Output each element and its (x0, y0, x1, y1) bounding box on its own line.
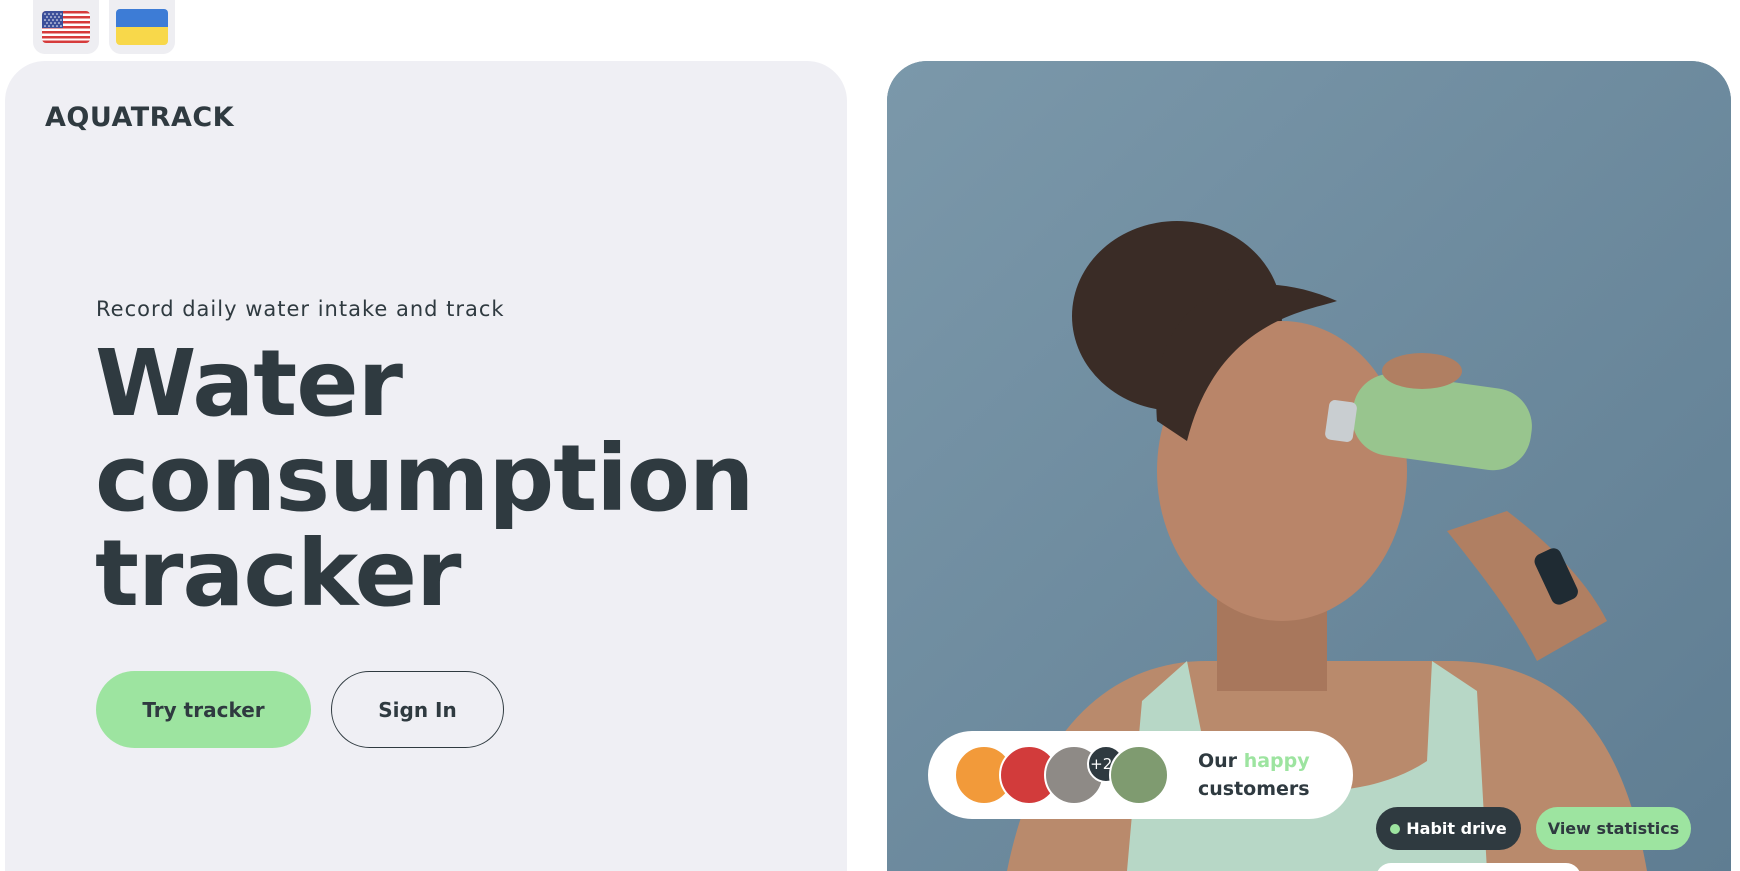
try-tracker-button[interactable]: Try tracker (96, 671, 311, 748)
partial-badge (1376, 863, 1581, 871)
habit-drive-label: Habit drive (1406, 819, 1507, 838)
language-ukrainian-button[interactable] (109, 0, 175, 54)
status-dot-icon (1390, 823, 1401, 834)
hero-image-panel: +21 Our happy customers Habit drive View… (887, 61, 1731, 871)
headline-line-3: tracker (95, 520, 461, 627)
view-statistics-badge[interactable]: View statistics (1536, 807, 1691, 850)
language-english-button[interactable] (33, 0, 99, 54)
habit-drive-badge[interactable]: Habit drive (1376, 807, 1521, 850)
us-flag-icon (42, 11, 90, 43)
happy-customers-text: Our happy customers (1198, 747, 1310, 803)
sign-in-button[interactable]: Sign In (331, 671, 504, 748)
headline-line-1: Water (95, 330, 403, 437)
customers-text-accent: happy (1243, 750, 1310, 772)
happy-customers-card: +21 Our happy customers (928, 731, 1353, 819)
hero-headline: Water consumption tracker (95, 336, 835, 621)
hero-left-panel: AQUATRACK Record daily water intake and … (5, 61, 847, 871)
headline-line-2: consumption (95, 425, 754, 532)
customer-avatar (1109, 745, 1169, 805)
language-switcher (33, 0, 175, 54)
hero-tagline: Record daily water intake and track (96, 297, 505, 321)
ukraine-flag-icon (116, 9, 168, 45)
logo[interactable]: AQUATRACK (45, 102, 234, 133)
customer-avatars: +21 (954, 745, 1194, 805)
customers-text-prefix: Our (1198, 750, 1238, 772)
customers-text-suffix: customers (1198, 778, 1310, 800)
